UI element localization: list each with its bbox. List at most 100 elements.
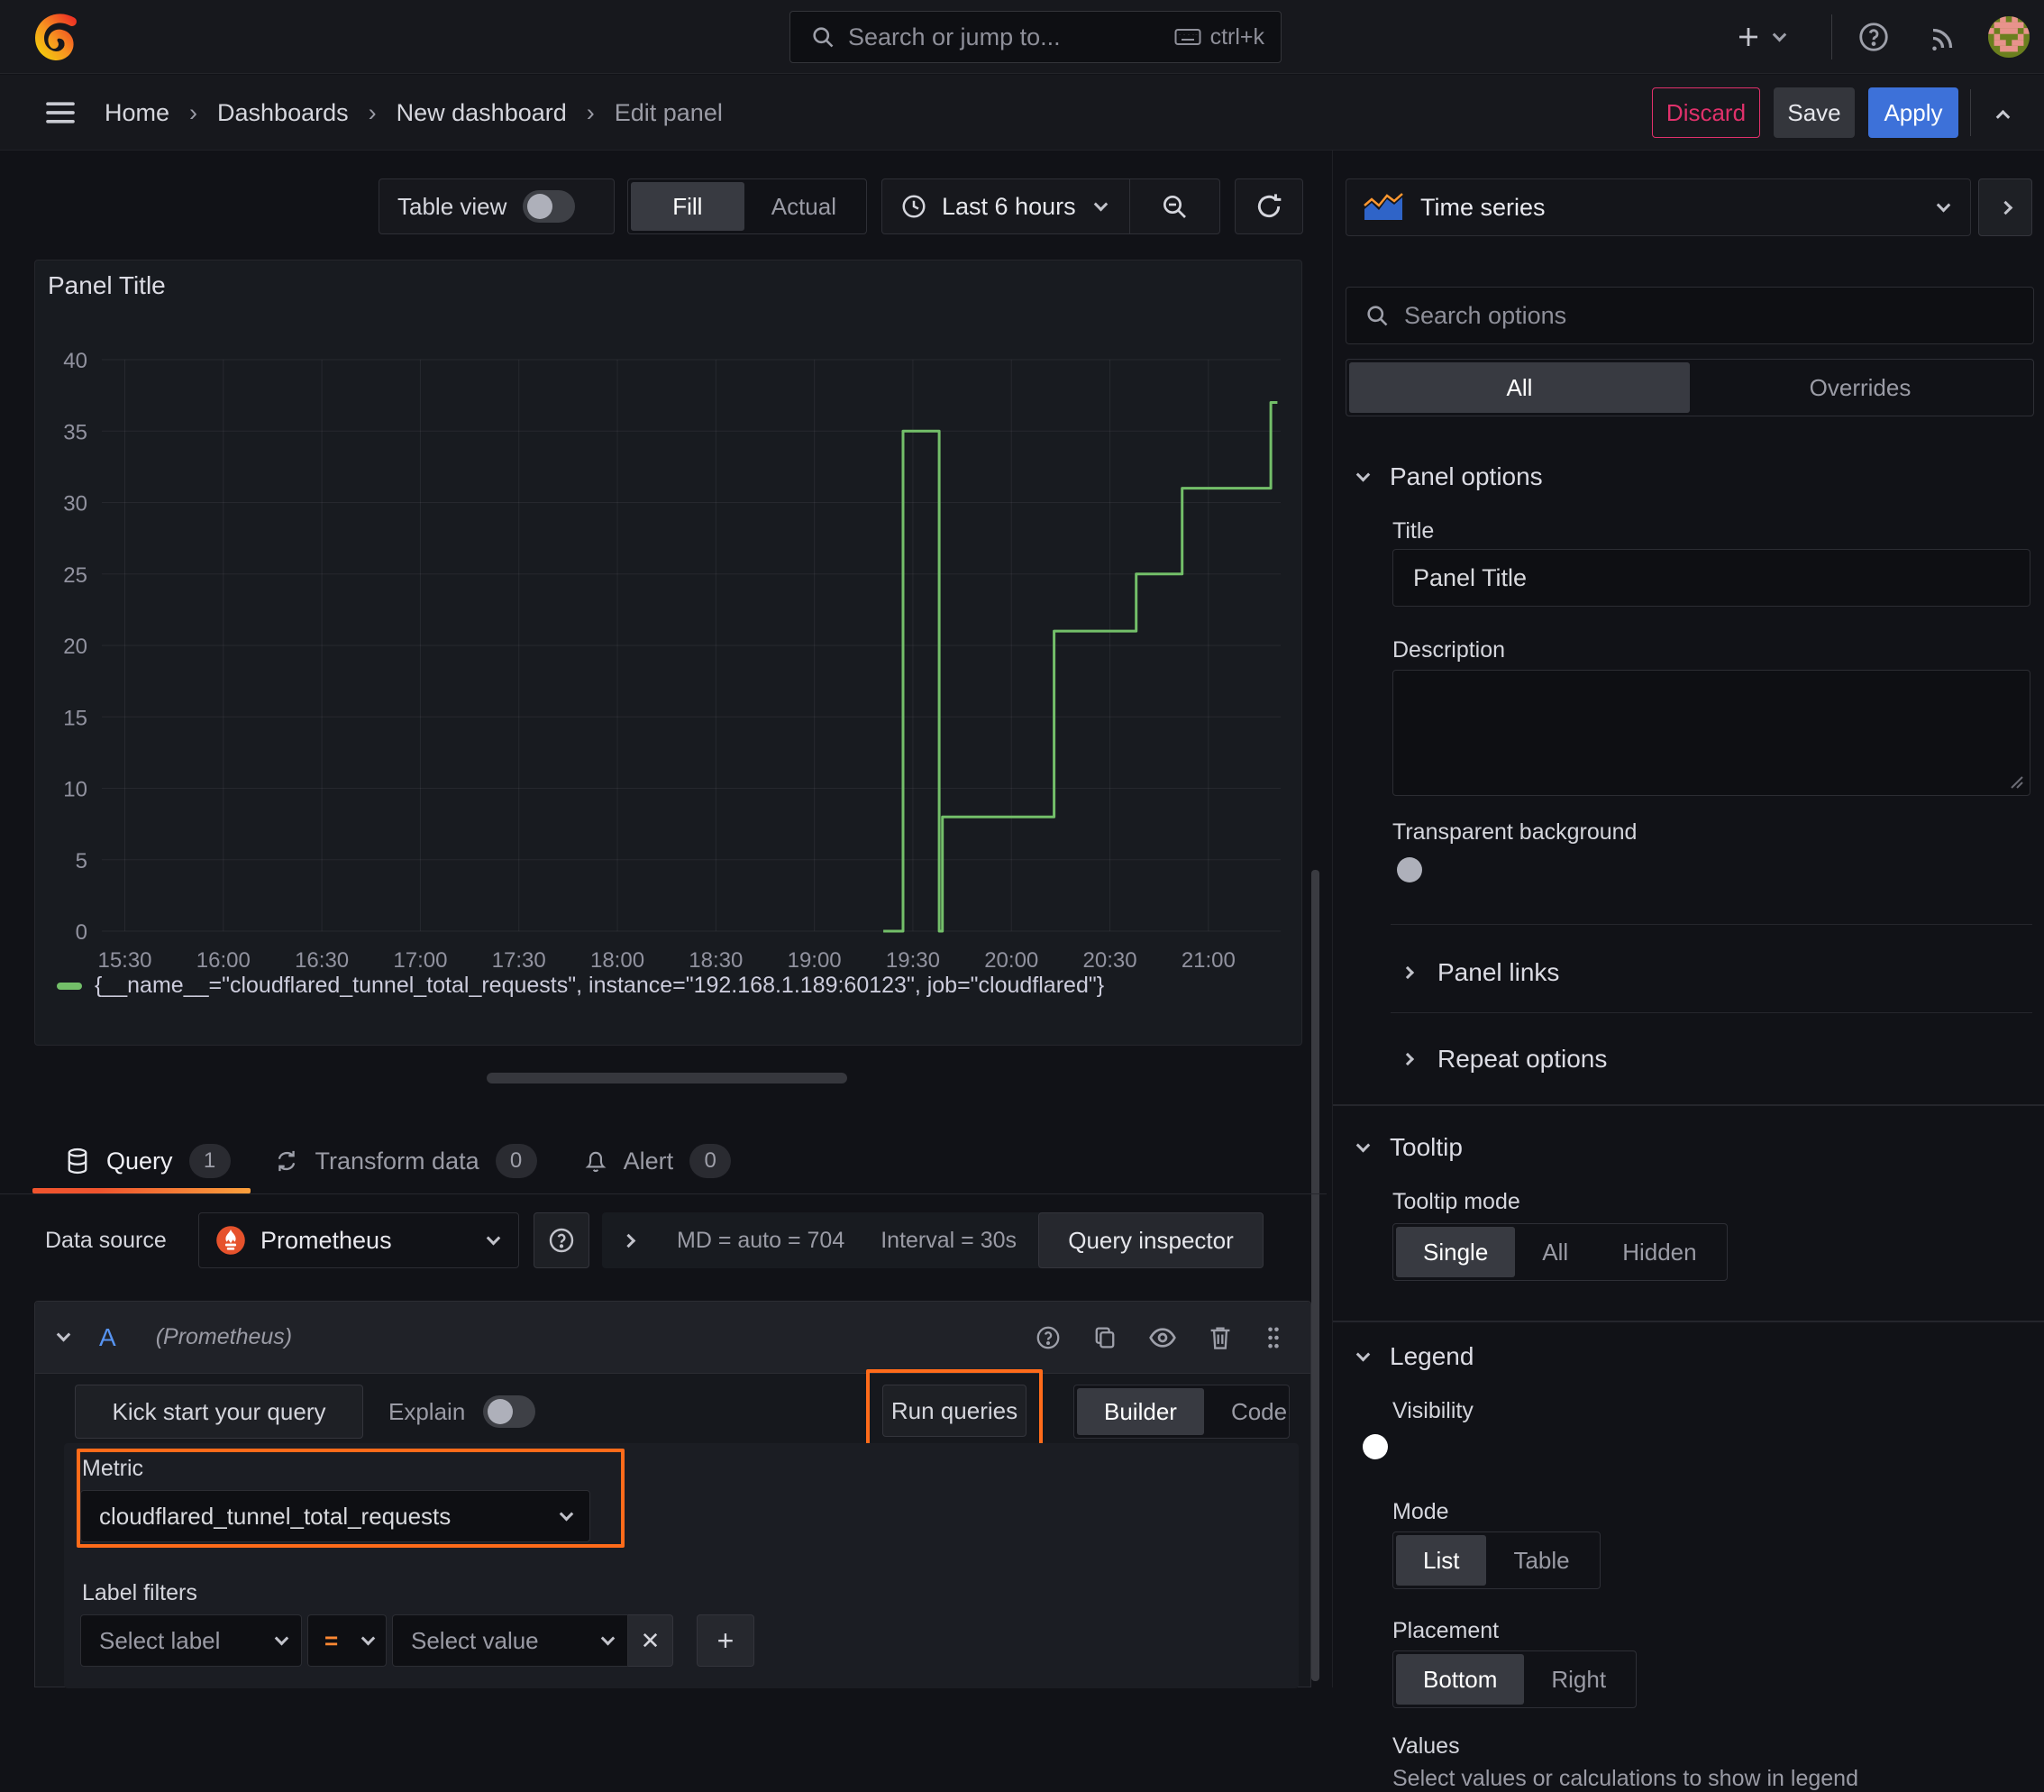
explain-toggle[interactable] (483, 1395, 536, 1428)
metric-select[interactable]: cloudflared_tunnel_total_requests (80, 1490, 590, 1542)
panel-title-input[interactable]: Panel Title (1392, 549, 2030, 607)
section-chevron-icon (1401, 965, 1415, 980)
zoom-out-icon[interactable] (1160, 192, 1189, 221)
datasource-help-button[interactable] (534, 1212, 589, 1268)
legend-placement-bottom[interactable]: Bottom (1396, 1654, 1525, 1705)
topnav-divider (1831, 14, 1832, 59)
new-menu-button[interactable] (1735, 16, 1816, 58)
tab-all[interactable]: All (1349, 362, 1690, 413)
tooltip-mode-all[interactable]: All (1515, 1227, 1595, 1277)
select-value-dropdown[interactable]: Select value (392, 1614, 628, 1667)
tab-alert-label: Alert (623, 1147, 674, 1175)
svg-text:15:30: 15:30 (97, 948, 151, 973)
legend-header[interactable]: Legend (1355, 1342, 1474, 1371)
svg-text:18:00: 18:00 (590, 948, 644, 973)
toggle-visibility-icon[interactable] (1148, 1326, 1177, 1349)
menu-toggle-button[interactable] (40, 93, 81, 133)
legend-mode-list[interactable]: List (1396, 1535, 1487, 1586)
table-view-toggle[interactable] (523, 190, 576, 223)
panel-links-section[interactable]: Panel links (1401, 944, 2034, 1001)
add-filter-button[interactable]: + (697, 1614, 754, 1667)
panel-options-header[interactable]: Panel options (1355, 462, 1543, 491)
main-scrollbar[interactable] (1311, 870, 1319, 1681)
help-button[interactable] (1853, 16, 1894, 58)
user-avatar[interactable] (1988, 16, 2030, 58)
viz-chevron-icon (1936, 197, 1951, 212)
tooltip-header[interactable]: Tooltip (1355, 1133, 1463, 1162)
viz-name: Time series (1420, 193, 1546, 221)
breadcrumb-separator: › (189, 98, 198, 126)
panel-links-heading: Panel links (1437, 958, 1560, 986)
explain-label: Explain (388, 1397, 466, 1425)
duplicate-query-icon[interactable] (1092, 1324, 1118, 1351)
grafana-logo-icon[interactable] (32, 11, 79, 63)
time-range-label[interactable]: Last 6 hours (942, 193, 1076, 221)
breadcrumb-dashboards[interactable]: Dashboards (217, 99, 349, 127)
time-series-chart[interactable]: 0 5 10 15 20 25 30 35 40 15:30 16:00 16:30 17:00 17:3… (35, 261, 1301, 982)
collapse-sidebar-button[interactable] (1978, 178, 2032, 236)
time-range-chevron-icon[interactable] (1093, 197, 1108, 211)
svg-text:15: 15 (63, 706, 87, 730)
run-queries-button[interactable]: Run queries (882, 1385, 1027, 1437)
legend-placement-right[interactable]: Right (1524, 1654, 1633, 1705)
delete-query-icon[interactable] (1208, 1324, 1233, 1351)
chart-legend[interactable]: {__name__="cloudflared_tunnel_total_requ… (57, 973, 1104, 999)
remove-filter-button[interactable]: ✕ (628, 1614, 673, 1667)
query-datasource-hint: (Prometheus) (155, 1324, 293, 1349)
fill-option[interactable]: Fill (631, 182, 744, 231)
svg-text:5: 5 (76, 849, 87, 873)
legend-visibility-label: Visibility (1392, 1398, 1474, 1423)
description-textarea[interactable] (1392, 670, 2030, 796)
datasource-value: Prometheus (260, 1226, 392, 1254)
code-option[interactable]: Code (1204, 1388, 1314, 1435)
tab-transform-count: 0 (495, 1144, 537, 1178)
collapse-header-button[interactable] (1985, 96, 2021, 129)
breadcrumb-home[interactable]: Home (105, 99, 169, 127)
query-help-icon[interactable] (1035, 1324, 1062, 1351)
datasource-picker[interactable]: Prometheus (198, 1212, 519, 1268)
discard-button[interactable]: Discard (1652, 87, 1760, 138)
query-editor-card: A (Prometheus) Kick start your query Exp… (34, 1301, 1314, 1688)
kick-start-query-button[interactable]: Kick start your query (75, 1385, 363, 1439)
news-rss-button[interactable] (1923, 16, 1965, 58)
breadcrumb-edit-panel: Edit panel (614, 98, 723, 126)
options-expand-chevron-icon[interactable] (621, 1233, 636, 1248)
apply-button[interactable]: Apply (1868, 87, 1958, 138)
tab-alert[interactable]: Alert 0 (561, 1129, 755, 1193)
metric-chevron-icon (559, 1506, 574, 1521)
refresh-button[interactable] (1235, 178, 1303, 234)
visualization-picker[interactable]: Time series (1346, 178, 1971, 236)
query-collapse-chevron-icon[interactable] (56, 1327, 71, 1342)
breadcrumb-new-dashboard[interactable]: New dashboard (397, 99, 567, 127)
resize-handle[interactable] (487, 1073, 847, 1083)
plus-icon (1735, 23, 1762, 50)
search-icon (810, 24, 835, 50)
actual-option[interactable]: Actual (744, 182, 863, 231)
global-search-input[interactable]: Search or jump to... ctrl+k (789, 11, 1282, 63)
operator-dropdown[interactable]: = (307, 1614, 387, 1667)
query-row-header[interactable]: A (Prometheus) (35, 1302, 1310, 1374)
tab-query-count: 1 (188, 1144, 231, 1178)
tooltip-mode-single[interactable]: Single (1396, 1227, 1516, 1277)
tab-query[interactable]: Query 1 (32, 1129, 251, 1193)
legend-mode-table[interactable]: Table (1486, 1535, 1596, 1586)
tooltip-heading: Tooltip (1390, 1133, 1463, 1161)
select-value-placeholder: Select value (411, 1626, 539, 1654)
search-options-input[interactable]: Search options (1346, 287, 2034, 344)
tab-transform-label: Transform data (315, 1147, 479, 1175)
tab-transform[interactable]: Transform data 0 (251, 1129, 561, 1193)
repeat-options-section[interactable]: Repeat options (1401, 1030, 2034, 1088)
save-button[interactable]: Save (1774, 87, 1855, 138)
description-label: Description (1392, 637, 1506, 663)
legend-mode-segmented: List Table (1392, 1531, 1601, 1589)
drag-handle-icon[interactable] (1264, 1324, 1283, 1351)
svg-text:17:00: 17:00 (393, 948, 447, 973)
select-label-dropdown[interactable]: Select label (80, 1614, 302, 1667)
tooltip-mode-hidden[interactable]: Hidden (1595, 1227, 1723, 1277)
options-sidebar: Time series Search options All Overrides… (1332, 151, 2044, 1791)
query-inspector-button[interactable]: Query inspector (1038, 1212, 1264, 1268)
tab-overrides[interactable]: Overrides (1690, 362, 2030, 413)
svg-text:16:30: 16:30 (295, 948, 349, 973)
builder-option[interactable]: Builder (1077, 1388, 1204, 1435)
query-ref-id: A (99, 1322, 116, 1351)
